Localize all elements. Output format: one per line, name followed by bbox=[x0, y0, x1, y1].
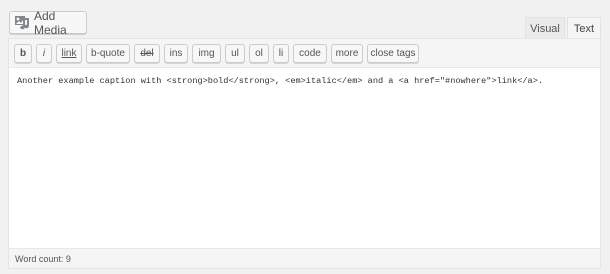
add-media-button[interactable]: Add Media bbox=[9, 8, 87, 37]
editor-textarea[interactable]: Another example caption with <strong>bol… bbox=[9, 69, 600, 249]
blockquote-button[interactable]: b-quote bbox=[86, 44, 130, 63]
ol-button[interactable]: ol bbox=[249, 44, 269, 63]
img-button[interactable]: img bbox=[192, 44, 221, 63]
media-icon bbox=[14, 15, 34, 30]
quicktags-toolbar: b i link b-quote del ins img ul ol li co… bbox=[9, 39, 600, 68]
editor: b i link b-quote del ins img ul ol li co… bbox=[8, 38, 601, 269]
italic-button[interactable]: i bbox=[36, 44, 52, 63]
code-button[interactable]: code bbox=[293, 44, 327, 63]
del-button[interactable]: del bbox=[134, 44, 160, 63]
ul-button[interactable]: ul bbox=[225, 44, 245, 63]
word-count: Word count: 9 bbox=[15, 253, 71, 264]
status-bar: Word count: 9 bbox=[9, 248, 600, 268]
tab-text[interactable]: Text bbox=[567, 17, 601, 39]
li-button[interactable]: li bbox=[273, 44, 289, 63]
add-media-label: Add Media bbox=[34, 8, 67, 37]
more-button[interactable]: more bbox=[331, 44, 363, 63]
ins-button[interactable]: ins bbox=[164, 44, 188, 63]
close-tags-button[interactable]: close tags bbox=[367, 44, 419, 63]
tab-visual[interactable]: Visual bbox=[525, 17, 565, 39]
bold-button[interactable]: b bbox=[14, 44, 32, 63]
link-button[interactable]: link bbox=[56, 44, 82, 63]
